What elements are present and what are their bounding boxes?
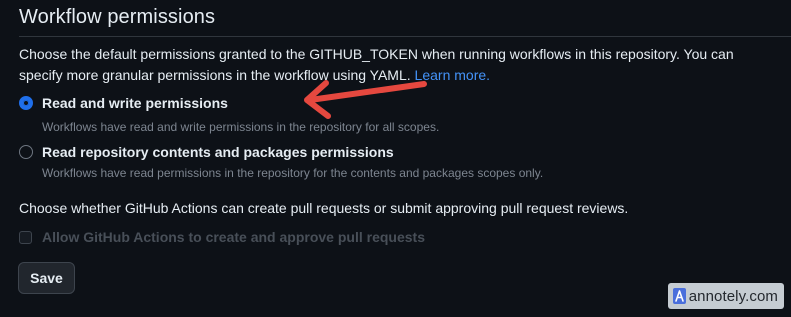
allow-pr-checkbox[interactable] bbox=[19, 230, 32, 244]
radio-option-read-write[interactable]: Read and write permissions bbox=[19, 95, 228, 111]
annotation-arrow-icon bbox=[304, 80, 427, 119]
radio-label-read-only[interactable]: Read repository contents and packages pe… bbox=[42, 144, 394, 160]
watermark-text: annotely.com bbox=[688, 287, 778, 305]
radio-read-only[interactable] bbox=[19, 145, 33, 159]
section-title: Workflow permissions bbox=[19, 6, 216, 28]
radio-description-read-only: Workflows have read permissions in the r… bbox=[42, 166, 544, 180]
annotely-logo-icon bbox=[672, 288, 686, 304]
allow-pr-checkbox-label[interactable]: Allow GitHub Actions to create and appro… bbox=[42, 229, 425, 245]
radio-read-write[interactable] bbox=[19, 96, 33, 110]
radio-label-read-write[interactable]: Read and write permissions bbox=[42, 95, 228, 111]
pull-request-question: Choose whether GitHub Actions can create… bbox=[19, 200, 629, 216]
save-button[interactable]: Save bbox=[18, 262, 75, 294]
allow-pr-checkbox-row[interactable]: Allow GitHub Actions to create and appro… bbox=[19, 229, 425, 245]
title-divider bbox=[19, 36, 791, 37]
workflow-permissions-panel: Workflow permissions Choose the default … bbox=[0, 0, 791, 317]
radio-option-read-only[interactable]: Read repository contents and packages pe… bbox=[19, 144, 394, 160]
annotely-watermark: annotely.com bbox=[667, 283, 784, 309]
